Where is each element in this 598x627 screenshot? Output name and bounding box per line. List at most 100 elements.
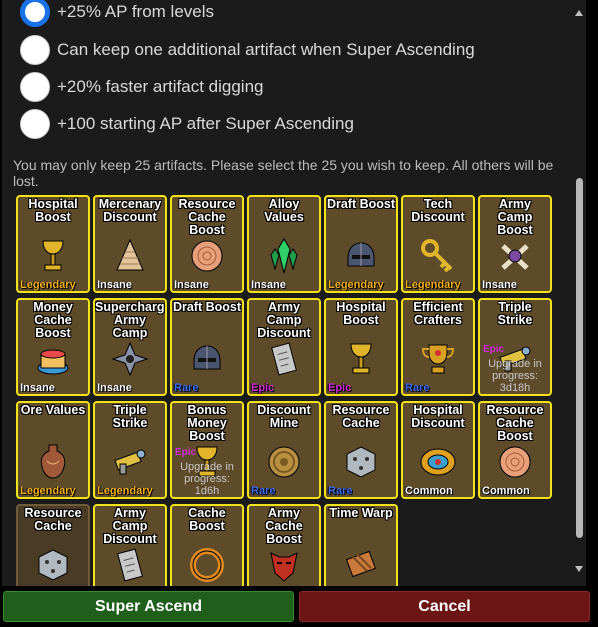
- artifact-card[interactable]: Draft Boost Legendary: [324, 195, 398, 293]
- scroll-icon: [263, 340, 305, 378]
- artifact-rarity: Rare: [328, 485, 353, 497]
- keep-notice: You may only keep 25 artifacts. Please s…: [13, 157, 554, 189]
- artifact-card[interactable]: Resource Cache: [16, 504, 90, 586]
- plate-icon: [417, 443, 459, 481]
- artifact-title: Bonus Money Boost: [187, 403, 227, 443]
- cancel-button[interactable]: Cancel: [299, 591, 590, 622]
- artifact-title: Army Camp Boost: [497, 197, 533, 237]
- artifact-title: Alloy Values: [264, 197, 304, 224]
- artifact-card[interactable]: Triple Strike Epic Upgrade in progress: 3d…: [478, 298, 552, 396]
- chalice-icon: [32, 237, 74, 275]
- cube-icon: [32, 546, 74, 584]
- artifact-card[interactable]: Cache Boost: [170, 504, 244, 586]
- trophy-icon: [417, 340, 459, 378]
- artifact-rarity-tag: Epic: [483, 344, 505, 355]
- artifact-title: Time Warp: [329, 506, 393, 520]
- artifact-card[interactable]: Mercenary Discount Insane: [93, 195, 167, 293]
- option-faster-digging[interactable]: +20% faster artifact digging: [20, 70, 263, 104]
- artifact-card[interactable]: Army Cache Boost: [247, 504, 321, 586]
- scrollbar[interactable]: [573, 6, 586, 576]
- artifact-rarity: Rare: [174, 382, 199, 394]
- artifact-title: Draft Boost: [326, 197, 396, 211]
- artifact-title: Resource Cache Boost: [178, 197, 236, 237]
- option-ap-from-levels[interactable]: +25% AP from levels: [20, 0, 214, 29]
- cube-icon: [340, 443, 382, 481]
- radio-button[interactable]: [20, 72, 50, 102]
- artifact-title: Hospital Boost: [336, 300, 386, 327]
- artifact-title: Triple Strike: [112, 403, 148, 430]
- artifact-title: Supercharge Army Camp: [95, 300, 167, 340]
- artifact-rarity: Epic: [328, 382, 352, 394]
- artifact-card[interactable]: Resource Cache Boost Insane: [170, 195, 244, 293]
- option-label: +25% AP from levels: [57, 2, 215, 21]
- artifact-card[interactable]: Alloy Values Insane: [247, 195, 321, 293]
- shell-icon: [109, 237, 151, 275]
- option-label: +20% faster artifact digging: [57, 77, 264, 96]
- artifact-card[interactable]: Ore Values Legendary: [16, 401, 90, 499]
- bones-icon: [494, 237, 536, 275]
- artifact-card[interactable]: Resource Cache Boost Common: [478, 401, 552, 499]
- artifact-card[interactable]: Discount Mine Rare: [247, 401, 321, 499]
- artifact-title: Cache Boost: [188, 506, 226, 533]
- artifact-rarity: Rare: [251, 485, 276, 497]
- option-extra-artifact[interactable]: Can keep one additional artifact when Su…: [20, 33, 475, 67]
- artifact-rarity: Legendary: [97, 485, 153, 497]
- artifact-card[interactable]: Army Camp Discount Epic: [247, 298, 321, 396]
- artifact-rarity: Common: [405, 485, 453, 497]
- artifact-card[interactable]: Bonus Money Boost Epic Upgrade in progress…: [170, 401, 244, 499]
- artifact-rarity: Insane: [97, 279, 132, 291]
- upgrade-status: Upgrade in progress: 1d6h: [180, 461, 234, 497]
- artifact-rarity: Insane: [482, 279, 517, 291]
- radio-button[interactable]: [20, 0, 50, 27]
- artifact-rarity: Legendary: [20, 279, 76, 291]
- artifact-title: Resource Cache Boost: [486, 403, 544, 443]
- artifact-title: Resource Cache: [24, 506, 82, 533]
- artifact-grid: Hospital Boost Legendary Mercenary Discoun…: [16, 195, 569, 586]
- helmet-icon: [186, 340, 228, 378]
- ammonite-icon: [494, 443, 536, 481]
- drum-icon: [340, 546, 382, 584]
- artifact-card[interactable]: Time WarpInsane: [324, 504, 398, 586]
- artifact-card[interactable]: Efficient Crafters Rare: [401, 298, 475, 396]
- artifact-card[interactable]: Army Camp Boost Insane: [478, 195, 552, 293]
- artifact-card[interactable]: Draft Boost Rare: [170, 298, 244, 396]
- artifact-rarity: Legendary: [20, 485, 76, 497]
- artifact-card[interactable]: Money Cache Boost Insane: [16, 298, 90, 396]
- key-icon: [417, 237, 459, 275]
- artifact-card[interactable]: Hospital Boost Legendary: [16, 195, 90, 293]
- option-starting-ap[interactable]: +100 starting AP after Super Ascending: [20, 107, 354, 141]
- artifact-title: Mercenary Discount: [98, 197, 162, 224]
- radio-button[interactable]: [20, 35, 50, 65]
- artifact-title: Draft Boost: [172, 300, 242, 314]
- artifact-title: Army Cache Boost: [265, 506, 303, 546]
- scroll-down-arrow-icon[interactable]: [575, 566, 583, 572]
- artifact-title: Discount Mine: [257, 403, 311, 430]
- artifact-title: Triple Strike: [497, 300, 533, 327]
- artifact-rarity: Epic: [251, 382, 275, 394]
- artifact-rarity: Insane: [251, 279, 286, 291]
- artifact-card[interactable]: Hospital Discount Common: [401, 401, 475, 499]
- artifact-card[interactable]: Army Camp Discount: [93, 504, 167, 586]
- artifact-card[interactable]: Tech Discount Legendary: [401, 195, 475, 293]
- scroll-up-arrow-icon[interactable]: [575, 10, 583, 16]
- artifact-card[interactable]: Triple Strike Legendary: [93, 401, 167, 499]
- artifact-card[interactable]: Supercharge Army Camp Insane: [93, 298, 167, 396]
- ammonite-icon: [186, 237, 228, 275]
- scrollbar-thumb[interactable]: [576, 178, 583, 538]
- artifact-title: Money Cache Boost: [33, 300, 73, 340]
- artifact-title: Army Camp Discount: [257, 300, 311, 340]
- scroll-icon: [109, 546, 151, 584]
- artifact-card[interactable]: Hospital Boost Epic: [324, 298, 398, 396]
- artifact-selection-panel: +25% AP from levels Can keep one additio…: [2, 0, 586, 586]
- chalice-icon: [340, 340, 382, 378]
- artifact-card[interactable]: Resource Cache Rare: [324, 401, 398, 499]
- artifact-title: Hospital Boost: [28, 197, 78, 224]
- super-ascend-button[interactable]: Super Ascend: [3, 591, 294, 622]
- radio-button[interactable]: [20, 109, 50, 139]
- shuriken-icon: [109, 340, 151, 378]
- artifact-rarity: Insane: [20, 382, 55, 394]
- artifact-rarity: Insane: [97, 382, 132, 394]
- blaster-icon: [109, 443, 151, 481]
- mask-icon: [263, 546, 305, 584]
- helmet-icon: [340, 237, 382, 275]
